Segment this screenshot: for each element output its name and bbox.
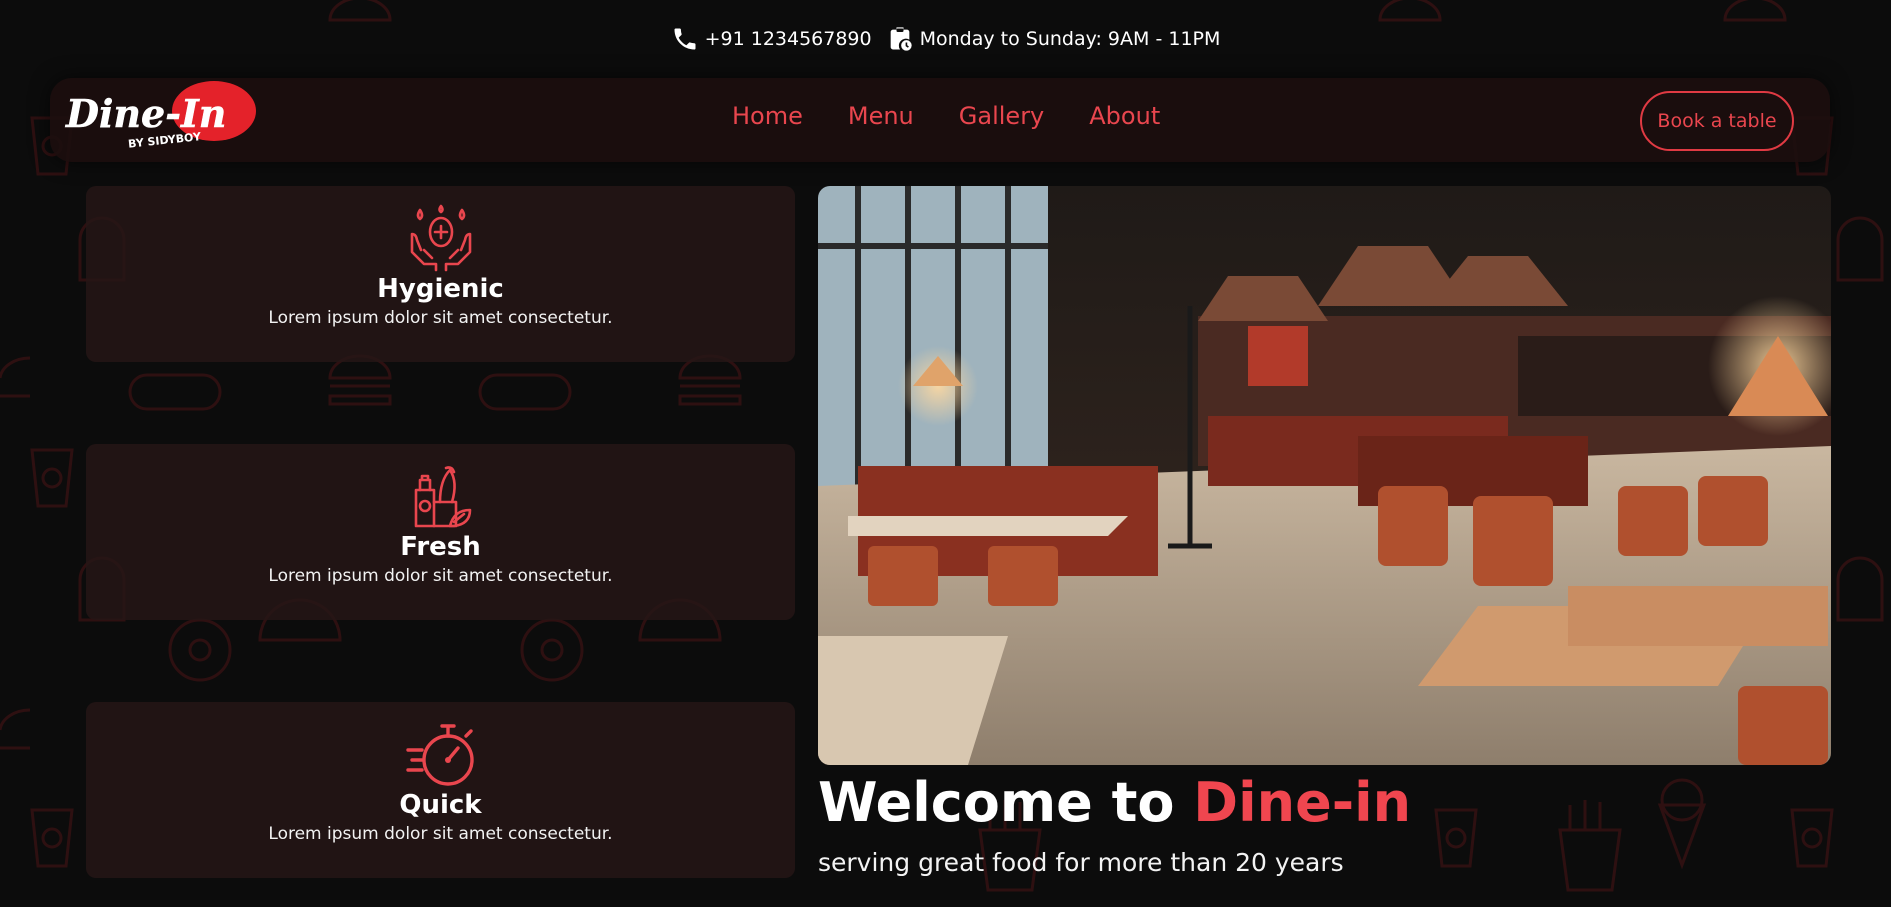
phone-number: +91 1234567890 [704,28,872,50]
svg-text:Dine-In: Dine-In [65,91,226,136]
contact-bar: +91 1234567890 Monday to Sunday: 9AM - 1… [0,14,1891,64]
nav-gallery[interactable]: Gallery [959,102,1044,130]
feature-text: Lorem ipsum dolor sit amet consectetur. [268,824,613,844]
feature-title: Quick [399,790,482,820]
nav-about[interactable]: About [1089,102,1160,130]
feature-text: Lorem ipsum dolor sit amet consectetur. [268,566,613,586]
welcome-prefix: Welcome to [818,771,1194,834]
feature-text: Lorem ipsum dolor sit amet consectetur. [268,308,613,328]
tagline: serving great food for more than 20 year… [818,848,1344,877]
dine-in-logo[interactable]: Dine-In BY SIDYBOY [64,80,264,160]
phone-contact[interactable]: +91 1234567890 [671,25,872,53]
nav-links: Home Menu Gallery About [732,102,1160,130]
main-navbar: Dine-In BY SIDYBOY Home Menu Gallery Abo… [50,78,1830,162]
hours-text: Monday to Sunday: 9AM - 11PM [919,28,1221,50]
feature-card-hygienic: Hygienic Lorem ipsum dolor sit amet cons… [86,186,795,362]
restaurant-interior-image [818,186,1831,765]
fresh-groceries-icon [414,466,471,528]
clipboard-clock-icon [890,27,912,51]
feature-card-quick: Quick Lorem ipsum dolor sit amet consect… [86,702,795,878]
feature-title: Fresh [400,532,481,562]
nav-menu[interactable]: Menu [848,102,914,130]
nav-home[interactable]: Home [732,102,803,130]
feature-card-fresh: Fresh Lorem ipsum dolor sit amet consect… [86,444,795,620]
book-table-button[interactable]: Book a table [1640,91,1794,151]
feature-title: Hygienic [377,274,504,304]
phone-icon [674,28,696,50]
hygiene-hands-icon [410,204,471,272]
welcome-brand: Dine-in [1193,771,1412,834]
stopwatch-icon [405,724,474,786]
opening-hours: Monday to Sunday: 9AM - 11PM [886,25,1221,53]
welcome-heading: Welcome to Dine-in [818,772,1411,834]
